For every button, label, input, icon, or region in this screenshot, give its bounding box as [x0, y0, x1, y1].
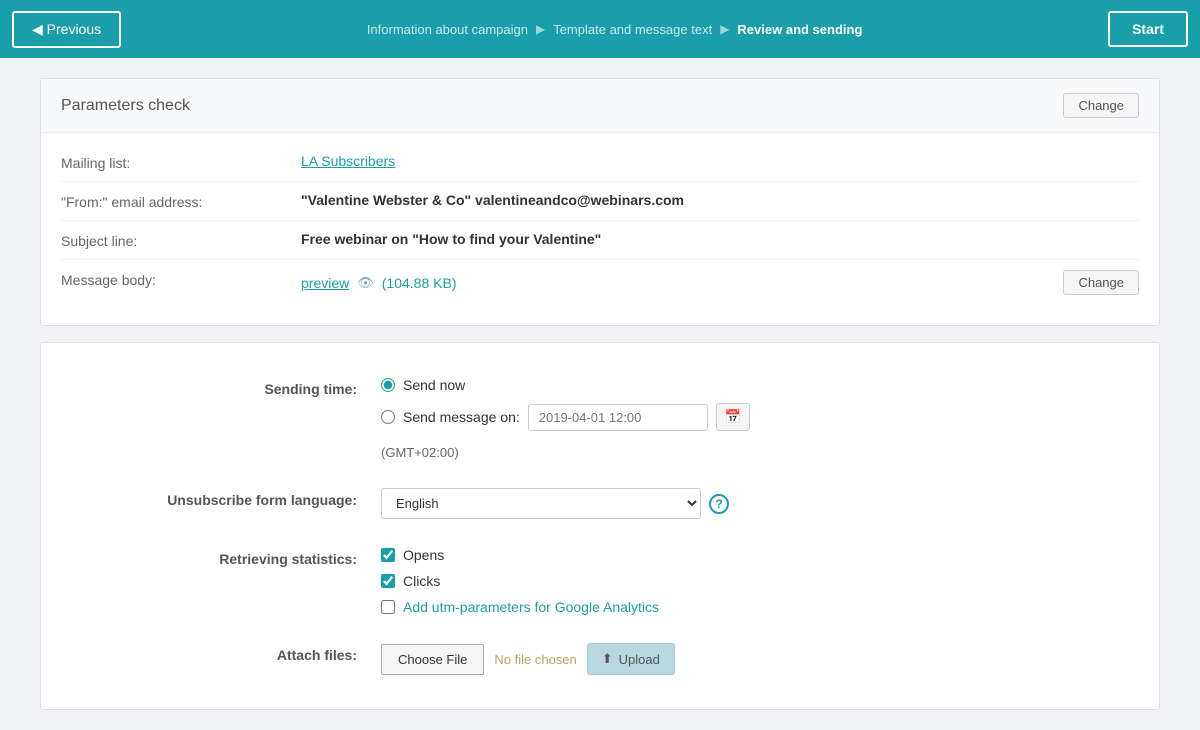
arrow-2: ▶ [720, 22, 729, 36]
clicks-row: Clicks [381, 573, 1139, 589]
sending-time-radio-group: Send now Send message on: 📅 (GMT+02:00) [381, 377, 1139, 460]
from-email-text: "Valentine Webster & Co" valentineandco@… [301, 192, 684, 208]
eye-icon: 👁 [357, 275, 374, 291]
mailing-list-value: LA Subscribers [301, 153, 1139, 169]
statistics-label: Retrieving statistics: [61, 547, 381, 567]
message-body-value: preview 👁 (104.88 KB) Change [301, 270, 1139, 295]
unsubscribe-language-label: Unsubscribe form language: [61, 488, 381, 508]
send-on-label[interactable]: Send message on: [403, 409, 520, 425]
message-body-label: Message body: [61, 270, 301, 288]
step-2-label: Template and message text [553, 22, 712, 37]
mailing-list-link[interactable]: LA Subscribers [301, 153, 395, 169]
previous-button[interactable]: ◀ Previous [12, 11, 121, 48]
utm-row: Add utm-parameters for Google Analytics [381, 599, 1139, 615]
clicks-label[interactable]: Clicks [403, 573, 440, 589]
clicks-checkbox[interactable] [381, 574, 395, 588]
language-select[interactable]: English French German Spanish Italian [381, 488, 701, 519]
parameters-check-title: Parameters check [61, 97, 190, 115]
send-on-radio[interactable] [381, 410, 395, 424]
start-button[interactable]: Start [1108, 11, 1188, 47]
upload-icon: ⬆ [602, 651, 613, 667]
opens-label[interactable]: Opens [403, 547, 444, 563]
help-icon[interactable]: ? [709, 494, 729, 514]
header: ◀ Previous Information about campaign ▶ … [0, 0, 1200, 58]
message-body-left: preview 👁 (104.88 KB) [301, 275, 456, 291]
subject-line-row: Subject line: Free webinar on "How to fi… [61, 221, 1139, 260]
attach-files-label: Attach files: [61, 643, 381, 663]
parameters-check-card: Parameters check Change Mailing list: LA… [40, 78, 1160, 326]
parameters-table: Mailing list: LA Subscribers "From:" ema… [41, 133, 1159, 325]
parameters-check-header: Parameters check Change [41, 79, 1159, 133]
step-1-label: Information about campaign [367, 22, 528, 37]
message-size: (104.88 KB) [382, 275, 457, 291]
subject-line-label: Subject line: [61, 231, 301, 249]
subject-line-value: Free webinar on "How to find your Valent… [301, 231, 1139, 247]
send-on-row: Send message on: 📅 [381, 403, 1139, 431]
breadcrumb: Information about campaign ▶ Template an… [367, 22, 863, 37]
step-3-label: Review and sending [737, 22, 862, 37]
statistics-checkbox-group: Opens Clicks Add utm-parameters for Goog… [381, 547, 1139, 615]
utm-label[interactable]: Add utm-parameters for Google Analytics [403, 599, 659, 615]
send-now-row: Send now [381, 377, 1139, 393]
attach-files-row: Attach files: Choose File No file chosen… [61, 629, 1139, 689]
send-now-label[interactable]: Send now [403, 377, 465, 393]
send-now-radio[interactable] [381, 378, 395, 392]
preview-link[interactable]: preview [301, 275, 349, 291]
mailing-list-row: Mailing list: LA Subscribers [61, 143, 1139, 182]
form-card: Sending time: Send now Send message on: … [40, 342, 1160, 710]
opens-row: Opens [381, 547, 1139, 563]
form-body: Sending time: Send now Send message on: … [41, 343, 1159, 709]
statistics-row: Retrieving statistics: Opens Clicks [61, 533, 1139, 629]
upload-label: Upload [619, 652, 660, 667]
sending-time-control: Send now Send message on: 📅 (GMT+02:00) [381, 377, 1139, 460]
arrow-1: ▶ [536, 22, 545, 36]
calendar-button[interactable]: 📅 [716, 403, 751, 431]
no-file-label: No file chosen [494, 652, 576, 667]
language-select-wrap: English French German Spanish Italian ? [381, 488, 1139, 519]
mailing-list-label: Mailing list: [61, 153, 301, 171]
unsubscribe-language-row: Unsubscribe form language: English Frenc… [61, 474, 1139, 533]
message-body-row: Message body: preview 👁 (104.88 KB) Chan… [61, 260, 1139, 305]
utm-link[interactable]: Add utm-parameters for Google Analytics [403, 599, 659, 615]
attach-files-control: Choose File No file chosen ⬆ Upload [381, 643, 1139, 675]
unsubscribe-language-control: English French German Spanish Italian ? [381, 488, 1139, 519]
sending-time-row: Sending time: Send now Send message on: … [61, 363, 1139, 474]
statistics-control: Opens Clicks Add utm-parameters for Goog… [381, 547, 1139, 615]
timezone-label: (GMT+02:00) [381, 445, 1139, 460]
from-email-label: "From:" email address: [61, 192, 301, 210]
opens-checkbox[interactable] [381, 548, 395, 562]
subject-line-text: Free webinar on "How to find your Valent… [301, 231, 601, 247]
sending-time-label: Sending time: [61, 377, 381, 397]
date-input[interactable] [528, 404, 708, 431]
choose-file-button[interactable]: Choose File [381, 644, 484, 675]
utm-checkbox[interactable] [381, 600, 395, 614]
upload-button[interactable]: ⬆ Upload [587, 643, 675, 675]
message-body-change-button[interactable]: Change [1063, 270, 1139, 295]
from-email-row: "From:" email address: "Valentine Webste… [61, 182, 1139, 221]
main-content: Parameters check Change Mailing list: LA… [0, 58, 1200, 730]
parameters-change-button[interactable]: Change [1063, 93, 1139, 118]
from-email-value: "Valentine Webster & Co" valentineandco@… [301, 192, 1139, 208]
file-upload-row: Choose File No file chosen ⬆ Upload [381, 643, 1139, 675]
